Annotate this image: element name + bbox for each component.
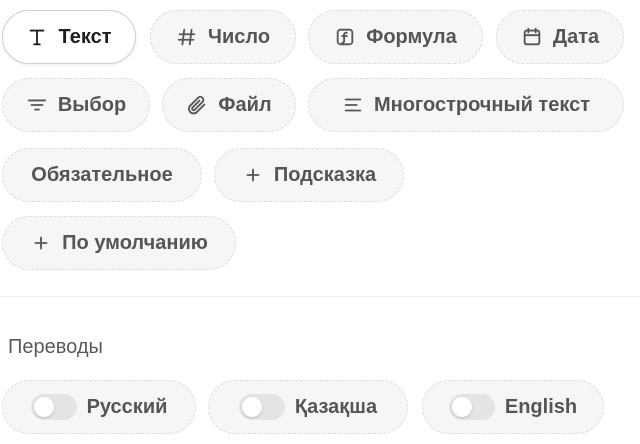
toggle-knob <box>33 397 54 417</box>
add-hint-button[interactable]: Подсказка <box>214 148 404 202</box>
required-option[interactable]: Обязательное <box>2 148 202 202</box>
field-type-multiline[interactable]: Многострочный текст <box>308 78 624 132</box>
plus-icon <box>242 164 264 186</box>
language-label: Русский <box>86 395 168 418</box>
translations-title: Переводы <box>8 336 103 358</box>
translation-toggle-kk[interactable]: Қазақша <box>208 380 408 434</box>
align-left-icon <box>342 94 364 116</box>
translation-toggle-en[interactable]: English <box>422 380 604 434</box>
field-type-label: Дата <box>552 25 600 48</box>
toggle-knob <box>451 397 472 417</box>
language-label: Қазақша <box>294 395 378 418</box>
add-default-button[interactable]: По умолчанию <box>2 216 236 270</box>
toggle-switch[interactable] <box>448 394 495 420</box>
default-label: По умолчанию <box>62 231 208 254</box>
field-type-label: Формула <box>366 25 457 48</box>
language-label: English <box>504 395 578 418</box>
calendar-icon <box>521 26 543 48</box>
paperclip-icon <box>186 94 208 116</box>
toggle-switch[interactable] <box>30 394 77 420</box>
field-type-label: Выбор <box>57 93 127 116</box>
filter-list-icon <box>26 94 48 116</box>
toggle-switch[interactable] <box>238 394 285 420</box>
section-divider <box>0 296 640 297</box>
translation-toggle-ru[interactable]: Русский <box>2 380 196 434</box>
required-label: Обязательное <box>31 163 173 186</box>
text-type-icon <box>26 26 48 48</box>
field-type-label: Текст <box>58 25 112 48</box>
field-type-formula[interactable]: Формула <box>308 10 483 64</box>
field-type-select[interactable]: Выбор <box>2 78 150 132</box>
field-type-number[interactable]: Число <box>150 10 296 64</box>
field-type-label: Число <box>207 25 271 48</box>
plus-icon <box>30 232 52 254</box>
field-type-text[interactable]: Текст <box>2 10 136 64</box>
field-type-label: Файл <box>218 93 272 116</box>
function-icon <box>334 26 356 48</box>
hint-label: Подсказка <box>273 163 377 186</box>
toggle-knob <box>241 397 262 417</box>
field-type-label: Многострочный текст <box>373 93 591 116</box>
field-type-date[interactable]: Дата <box>496 10 624 64</box>
hash-icon <box>176 26 198 48</box>
field-type-file[interactable]: Файл <box>162 78 296 132</box>
